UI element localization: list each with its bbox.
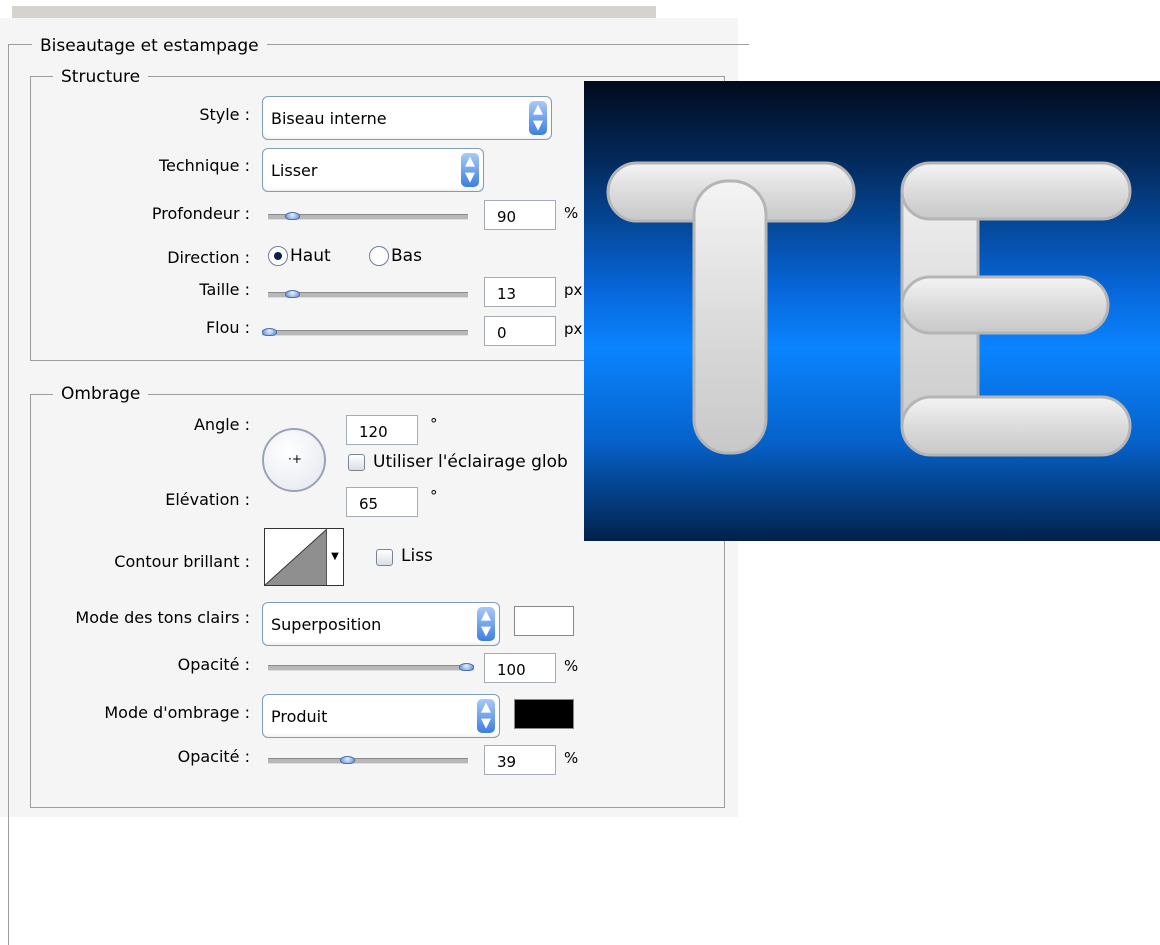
global-light-checkbox[interactable] [348,454,365,471]
technique-select[interactable]: Lisser ▲ ▼ [262,148,484,192]
lisse-label: Liss [401,546,433,566]
highlight-mode-label: Mode des tons clairs : [75,608,250,627]
direction-haut-radio[interactable] [268,246,288,266]
taille-label: Taille : [199,280,250,299]
radio-selected-dot [274,252,282,260]
select-arrows-icon: ▲ ▼ [477,699,495,733]
elevation-input[interactable]: 65 [346,487,418,517]
highlight-mode-value: Superposition [271,615,382,634]
elevation-unit: ° [430,487,438,505]
contour-picker[interactable]: ▼ [264,528,344,586]
highlight-color-swatch[interactable] [514,606,574,636]
direction-bas-label: Bas [391,246,422,266]
profondeur-label: Profondeur : [151,204,250,223]
crosshair-icon: ·+ [288,452,302,466]
ombrage-title: Ombrage [53,384,149,404]
contour-curve-icon [265,529,327,585]
shadow-color-swatch[interactable] [514,699,574,729]
highlight-opacity-input[interactable]: 100 [484,653,556,683]
contour-label: Contour brillant : [114,552,250,571]
letter-t [606,161,856,455]
technique-label: Technique : [158,156,250,175]
shadow-mode-select[interactable]: Produit ▲ ▼ [262,694,500,738]
global-light-label: Utiliser l'éclairage glob [373,452,568,472]
direction-haut-label: Haut [290,246,331,266]
highlight-opacity-label: Opacité : [177,655,250,674]
technique-select-value: Lisser [271,161,318,180]
direction-bas-radio[interactable] [369,246,389,266]
taille-slider[interactable] [268,290,468,298]
shadow-opacity-unit: % [564,749,579,767]
select-arrows-icon: ▲ ▼ [461,153,479,187]
highlight-opacity-slider[interactable] [268,663,474,671]
flou-input[interactable]: 0 [484,316,556,346]
angle-unit: ° [430,415,438,433]
angle-label: Angle : [193,415,250,434]
highlight-opacity-thumb[interactable] [459,663,474,671]
flou-slider-thumb[interactable] [262,328,277,336]
angle-input[interactable]: 120 [346,415,418,445]
flou-slider[interactable] [262,328,468,336]
select-arrows-icon: ▲ ▼ [529,101,547,135]
shadow-opacity-input[interactable]: 39 [484,745,556,775]
elevation-label: Elévation : [165,490,250,509]
lisse-checkbox[interactable] [376,549,393,566]
style-select-value: Biseau interne [271,109,387,128]
select-arrows-icon: ▲ ▼ [477,607,495,641]
section-title: Biseautage et estampage [32,36,267,56]
highlight-opacity-unit: % [564,657,579,675]
structure-title: Structure [53,67,149,87]
letter-e [900,161,1132,457]
shadow-opacity-label: Opacité : [177,747,250,766]
shadow-opacity-slider[interactable] [268,756,468,764]
flou-unit: px [564,320,583,338]
angle-dial[interactable]: ·+ [262,428,326,492]
taille-input[interactable]: 13 [484,277,556,307]
direction-label: Direction : [167,248,250,267]
shadow-opacity-thumb[interactable] [340,756,356,764]
highlight-mode-select[interactable]: Superposition ▲ ▼ [262,602,500,646]
profondeur-slider[interactable] [268,212,468,220]
style-label: Style : [199,105,250,124]
flou-label: Flou : [205,318,250,337]
shadow-mode-value: Produit [271,707,328,726]
taille-slider-thumb[interactable] [284,290,300,298]
preview-text-graphic [606,161,1132,457]
taille-unit: px [564,281,583,299]
chevron-down-icon[interactable]: ▼ [326,529,343,585]
window-top-strip [12,6,656,18]
bevel-preview-image: TE [584,81,1160,541]
profondeur-slider-thumb[interactable] [284,212,300,220]
profondeur-input[interactable]: 90 [484,200,556,230]
shadow-mode-label: Mode d'ombrage : [104,703,250,722]
style-select[interactable]: Biseau interne ▲ ▼ [262,96,552,140]
profondeur-unit: % [564,204,579,222]
